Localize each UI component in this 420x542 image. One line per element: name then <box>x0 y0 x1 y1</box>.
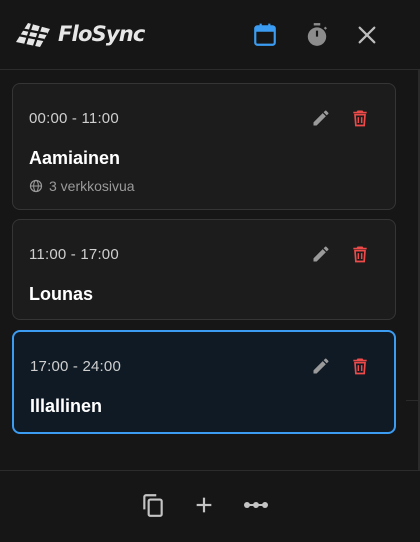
pencil-icon <box>313 110 329 126</box>
brand-name: FloSync <box>58 22 145 46</box>
more-options-button[interactable] <box>240 489 272 521</box>
add-slot-button[interactable] <box>188 489 220 521</box>
more-icon <box>244 502 268 508</box>
app-window: FloSync 00:00 - 11:00 Aamiainen 3 verkko… <box>0 0 420 542</box>
time-slot-card[interactable]: 11:00 - 17:00 Lounas <box>12 219 396 320</box>
time-slot-card-selected[interactable]: 17:00 - 24:00 Illallinen <box>12 330 396 434</box>
trash-icon <box>353 110 367 127</box>
flosync-logo-icon <box>16 23 50 47</box>
delete-slot-button[interactable] <box>346 352 374 380</box>
delete-slot-button[interactable] <box>346 240 374 268</box>
delete-slot-button[interactable] <box>346 104 374 132</box>
slot-time: 11:00 - 17:00 <box>29 246 119 263</box>
header: FloSync <box>0 0 420 70</box>
scrollbar-divider <box>406 400 420 401</box>
slot-time: 17:00 - 24:00 <box>30 358 122 375</box>
trash-icon <box>353 358 367 375</box>
trash-icon <box>353 246 367 263</box>
logo: FloSync <box>14 18 145 50</box>
edit-slot-button[interactable] <box>307 240 335 268</box>
slot-time: 00:00 - 11:00 <box>29 110 119 127</box>
timer-button[interactable] <box>300 18 334 52</box>
close-button[interactable] <box>350 18 384 52</box>
pencil-icon <box>313 358 329 374</box>
time-slot-card[interactable]: 00:00 - 11:00 Aamiainen 3 verkkosivua <box>12 83 396 210</box>
duplicate-button[interactable] <box>137 489 169 521</box>
edit-slot-button[interactable] <box>307 352 335 380</box>
slot-name: Lounas <box>29 284 94 304</box>
pencil-icon <box>313 246 329 262</box>
slot-websites-label: 3 verkkosivua <box>49 178 135 194</box>
slot-name: Aamiainen <box>29 148 121 168</box>
copy-icon <box>143 494 163 517</box>
slot-name: Illallinen <box>30 396 103 416</box>
globe-icon <box>29 179 43 193</box>
slot-websites: 3 verkkosivua <box>29 178 135 194</box>
edit-slot-button[interactable] <box>307 104 335 132</box>
timer-icon <box>307 23 327 46</box>
plus-icon <box>196 497 212 513</box>
close-icon <box>358 26 376 44</box>
footer-toolbar <box>0 470 420 542</box>
calendar-icon <box>254 23 276 46</box>
calendar-button[interactable] <box>248 18 282 52</box>
